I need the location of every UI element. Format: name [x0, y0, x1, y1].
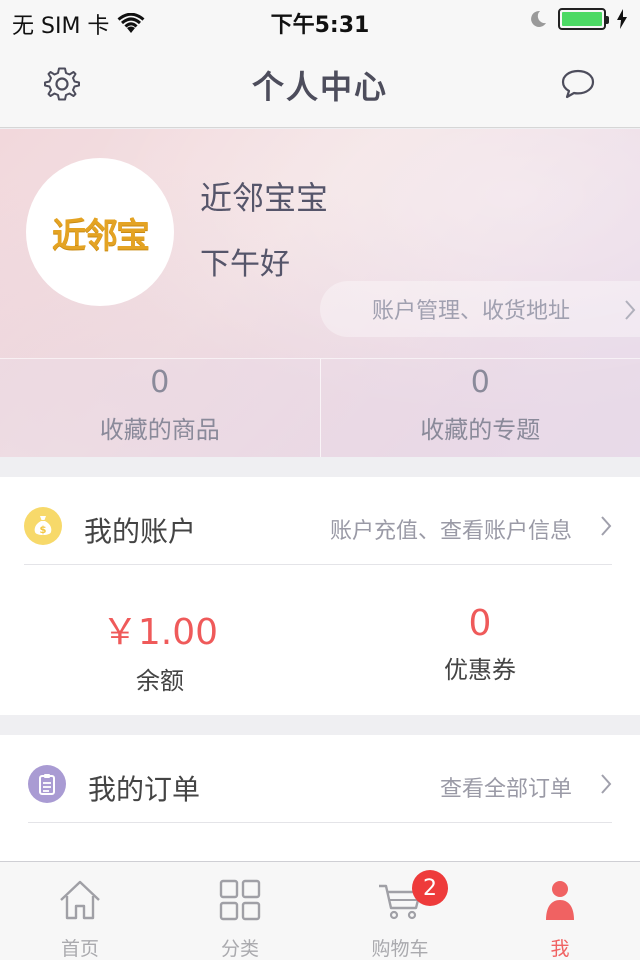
avatar-logo: 近邻宝 [52, 215, 150, 256]
tab-bar: 首页 分类 2 购物车 我 [0, 861, 640, 960]
page-title: 个人中心 [251, 68, 388, 106]
status-right [528, 8, 628, 30]
battery-icon [558, 8, 609, 30]
balance-cell[interactable]: ￥1.00 余额 [0, 565, 320, 715]
my-orders-hint: 查看全部订单 [439, 777, 572, 802]
svg-text:$: $ [40, 525, 47, 536]
profile-header: 近邻宝 近邻宝宝 下午好 账户管理、收货地址 0 收藏的商品 0 收藏的专题 [0, 129, 640, 457]
coupon-cell[interactable]: 0 优惠券 [320, 565, 640, 715]
my-orders-section: 我的订单 查看全部订单 [0, 735, 640, 861]
home-icon [60, 880, 100, 920]
nav-bar: 个人中心 [0, 40, 640, 128]
tab-me[interactable]: 我 [480, 862, 640, 960]
grid-icon [219, 879, 261, 921]
money-bag-icon: $ [24, 507, 62, 545]
tab-cart[interactable]: 2 购物车 [320, 862, 480, 960]
favorite-products-count: 0 [150, 365, 170, 400]
coupon-label: 优惠券 [444, 656, 516, 684]
my-account-row[interactable]: $ 我的账户 账户充值、查看账户信息 [24, 477, 612, 565]
tab-home-label: 首页 [60, 938, 99, 960]
greeting: 下午好 [200, 247, 290, 282]
chevron-right-icon [601, 516, 612, 536]
username: 近邻宝宝 [200, 179, 329, 217]
avatar[interactable]: 近邻宝 [26, 158, 174, 306]
balance-row: ￥1.00 余额 0 优惠券 [0, 565, 640, 715]
clipboard-icon [28, 765, 66, 803]
chevron-right-icon [601, 774, 612, 794]
tab-category[interactable]: 分类 [160, 862, 320, 960]
my-account-hint: 账户充值、查看账户信息 [329, 519, 572, 544]
coupon-value: 0 [468, 603, 492, 644]
account-management-label: 账户管理、收货地址 [372, 299, 571, 324]
tab-me-label: 我 [550, 938, 570, 960]
favorite-products-label: 收藏的商品 [99, 416, 220, 444]
my-account-section: $ 我的账户 账户充值、查看账户信息 ￥1.00 余额 0 优惠券 [0, 477, 640, 715]
my-orders-title: 我的订单 [88, 773, 201, 806]
balance-label: 余额 [136, 667, 184, 695]
tab-category-label: 分类 [220, 938, 259, 960]
status-bar: 无 SIM 卡 下午5:31 [0, 0, 640, 40]
moon-icon [531, 10, 546, 27]
favorites-row: 0 收藏的商品 0 收藏的专题 [0, 358, 640, 457]
tab-cart-label: 购物车 [371, 938, 429, 960]
cart-badge: 2 [412, 870, 448, 906]
tab-home[interactable]: 首页 [0, 862, 160, 960]
account-management-link[interactable]: 账户管理、收货地址 [320, 281, 640, 337]
favorite-topics-label: 收藏的专题 [420, 416, 541, 444]
person-icon [546, 881, 574, 920]
balance-value: ￥1.00 [101, 612, 219, 653]
my-account-title: 我的账户 [84, 515, 197, 548]
favorite-products[interactable]: 0 收藏的商品 [0, 359, 320, 457]
charging-bolt-icon [617, 9, 627, 29]
favorite-topics[interactable]: 0 收藏的专题 [319, 359, 640, 457]
favorite-topics-count: 0 [470, 365, 490, 400]
message-bubble-icon[interactable] [560, 68, 596, 100]
chevron-right-icon [625, 300, 636, 320]
my-orders-row[interactable]: 我的订单 查看全部订单 [28, 735, 612, 823]
